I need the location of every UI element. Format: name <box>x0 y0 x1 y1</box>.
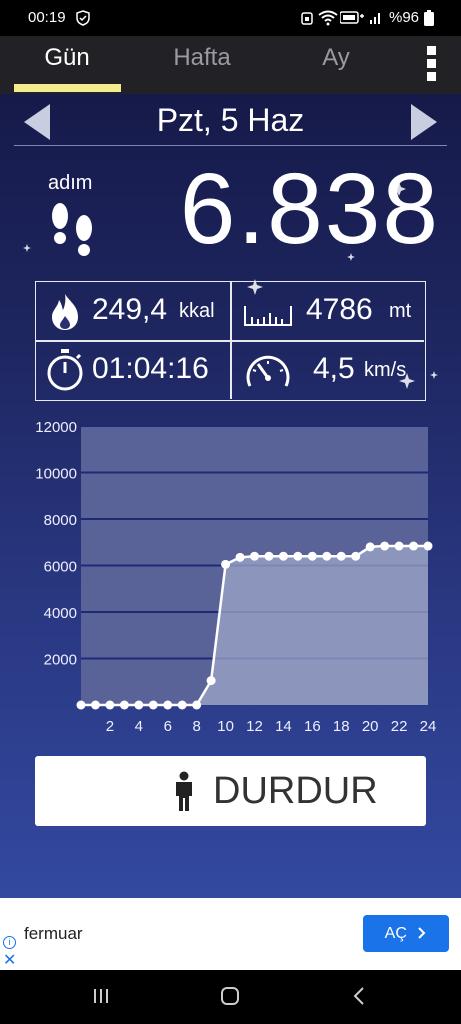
date-navigator: Pzt, 5 Haz <box>14 98 447 146</box>
y-tick-label: 10000 <box>35 466 77 483</box>
y-tick-label: 2000 <box>44 652 77 669</box>
x-tick-label: 14 <box>275 718 292 735</box>
wifi-icon <box>318 10 338 26</box>
tab-week[interactable]: Hafta <box>147 44 257 72</box>
ad-open-button[interactable]: AÇ <box>363 915 449 952</box>
data-point <box>264 551 274 561</box>
data-point <box>235 552 245 562</box>
distance-value: 4786 <box>306 293 373 326</box>
data-point <box>192 700 202 710</box>
stats-grid: 249,4 kkal 4786 mt 01:04:16 4,5 km/s <box>35 281 426 401</box>
y-tick-label: 6000 <box>44 559 77 576</box>
data-point <box>394 541 404 551</box>
status-time: 00:19 <box>28 9 66 26</box>
data-point <box>76 700 86 710</box>
step-count: 6.838 <box>179 153 440 265</box>
x-tick-label: 8 <box>192 718 200 735</box>
data-point <box>105 700 115 710</box>
ad-open-label: AÇ <box>384 925 407 942</box>
y-tick-label: 4000 <box>44 605 77 622</box>
alarm-icon <box>301 12 313 25</box>
x-tick-label: 16 <box>304 718 321 735</box>
hourly-steps-chart: 200040006000800010000120002 4 6 8 10 12 14 16 18… <box>35 419 437 735</box>
duration-value: 01:04:16 <box>92 352 209 385</box>
calories-value: 249,4 <box>92 293 168 326</box>
data-point <box>250 551 259 561</box>
system-navbar <box>0 970 461 1024</box>
data-point <box>423 541 433 551</box>
speed-value: 4,5 <box>313 352 355 385</box>
data-point <box>293 551 303 561</box>
ruler-icon <box>244 306 292 326</box>
chevron-right-icon <box>418 927 426 939</box>
overflow-menu-icon[interactable] <box>418 46 444 86</box>
distance-unit: mt <box>389 300 412 322</box>
data-point <box>177 700 187 710</box>
battery-percent: %96 <box>389 9 420 26</box>
data-point <box>351 551 361 561</box>
ad-banner[interactable]: i ✕ fermuar AÇ <box>0 898 461 970</box>
speedometer-icon <box>246 355 290 387</box>
person-icon <box>176 771 192 811</box>
x-tick-label: 20 <box>362 718 379 735</box>
data-point <box>221 559 231 569</box>
data-point <box>322 551 332 561</box>
data-point <box>336 551 346 561</box>
data-point <box>380 541 390 551</box>
x-tick-label: 2 <box>106 718 114 735</box>
status-bar: 00:19 %96 <box>0 0 461 36</box>
footprints-icon <box>52 203 92 256</box>
stopwatch-icon <box>47 349 83 391</box>
tab-active-indicator <box>14 84 121 92</box>
data-point <box>163 700 173 710</box>
x-tick-label: 10 <box>217 718 234 735</box>
y-tick-label: 8000 <box>44 512 77 529</box>
x-tick-label: 12 <box>246 718 263 735</box>
shield-icon <box>76 10 90 26</box>
data-point <box>134 700 144 710</box>
x-tick-label: 6 <box>164 718 172 735</box>
data-point <box>278 551 288 561</box>
y-tick-label: 12000 <box>35 419 77 436</box>
x-tick-label: 24 <box>420 718 437 735</box>
data-point <box>365 542 375 552</box>
x-tick-label: 4 <box>135 718 143 735</box>
data-point <box>409 541 419 551</box>
recent-apps-icon[interactable] <box>91 986 111 1006</box>
data-point <box>119 700 129 710</box>
battery-icon <box>424 10 434 26</box>
ad-close-icon[interactable]: ✕ <box>3 950 16 970</box>
stop-button[interactable]: DURDUR <box>35 756 426 826</box>
data-point <box>307 551 317 561</box>
x-tick-label: 22 <box>391 718 408 735</box>
tab-month[interactable]: Ay <box>281 44 391 72</box>
speed-unit: km/s <box>364 359 407 381</box>
stop-button-label: DURDUR <box>213 770 378 812</box>
ad-info-icon[interactable]: i <box>3 936 16 949</box>
data-point <box>148 700 158 710</box>
steps-label: adım <box>48 172 93 194</box>
home-icon[interactable] <box>220 986 240 1006</box>
signal-icon <box>340 11 380 24</box>
back-icon[interactable] <box>352 986 366 1006</box>
tab-day[interactable]: Gün <box>12 44 122 72</box>
current-date: Pzt, 5 Haz <box>156 102 305 138</box>
data-point <box>90 700 100 710</box>
ad-text: fermuar <box>24 924 83 943</box>
next-day-icon[interactable] <box>411 104 437 140</box>
calories-unit: kkal <box>179 300 215 322</box>
x-tick-label: 18 <box>333 718 350 735</box>
fire-icon <box>52 294 78 330</box>
data-point <box>206 676 216 686</box>
